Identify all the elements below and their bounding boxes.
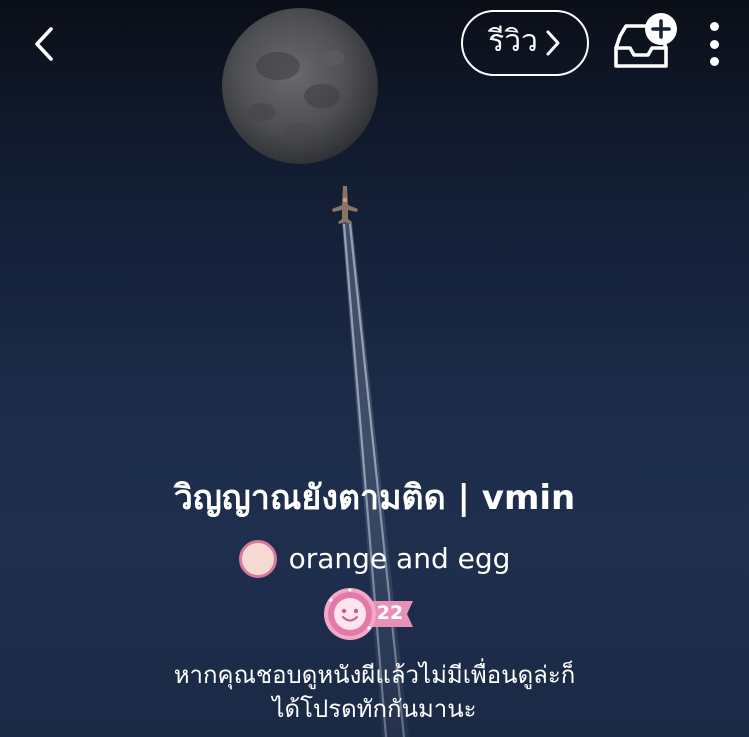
- more-options-button[interactable]: [696, 18, 732, 70]
- story-title: วิญญาณยังตามติด | vmin: [173, 478, 576, 518]
- airplane: [332, 186, 358, 224]
- chevron-right-icon: [546, 30, 560, 56]
- inbox-add-icon: [614, 13, 677, 68]
- level-number: 22: [376, 602, 404, 624]
- review-label: รีวิว: [488, 24, 538, 59]
- author-link[interactable]: orange and egg: [0, 539, 749, 579]
- more-vertical-icon: [709, 22, 719, 31]
- review-button[interactable]: รีวิว: [461, 10, 589, 76]
- moon: [222, 8, 378, 164]
- description-line: ได้โปรดทักกันมานะ: [272, 695, 477, 723]
- add-to-library-button[interactable]: [608, 12, 682, 74]
- author-name: orange and egg: [288, 542, 511, 575]
- more-dot: [709, 57, 719, 66]
- more-dot: [709, 39, 719, 49]
- chevron-left-icon: [35, 27, 53, 61]
- author-avatar: [238, 540, 277, 578]
- description-line: หากคุณชอบดูหนังผีแล้วไม่มีเพื่อนดูล่ะก็: [173, 661, 576, 689]
- back-button[interactable]: [24, 22, 64, 66]
- story-description: หากคุณชอบดูหนังผีแล้วไม่มีเพื่อนดูล่ะก็ …: [60, 658, 689, 726]
